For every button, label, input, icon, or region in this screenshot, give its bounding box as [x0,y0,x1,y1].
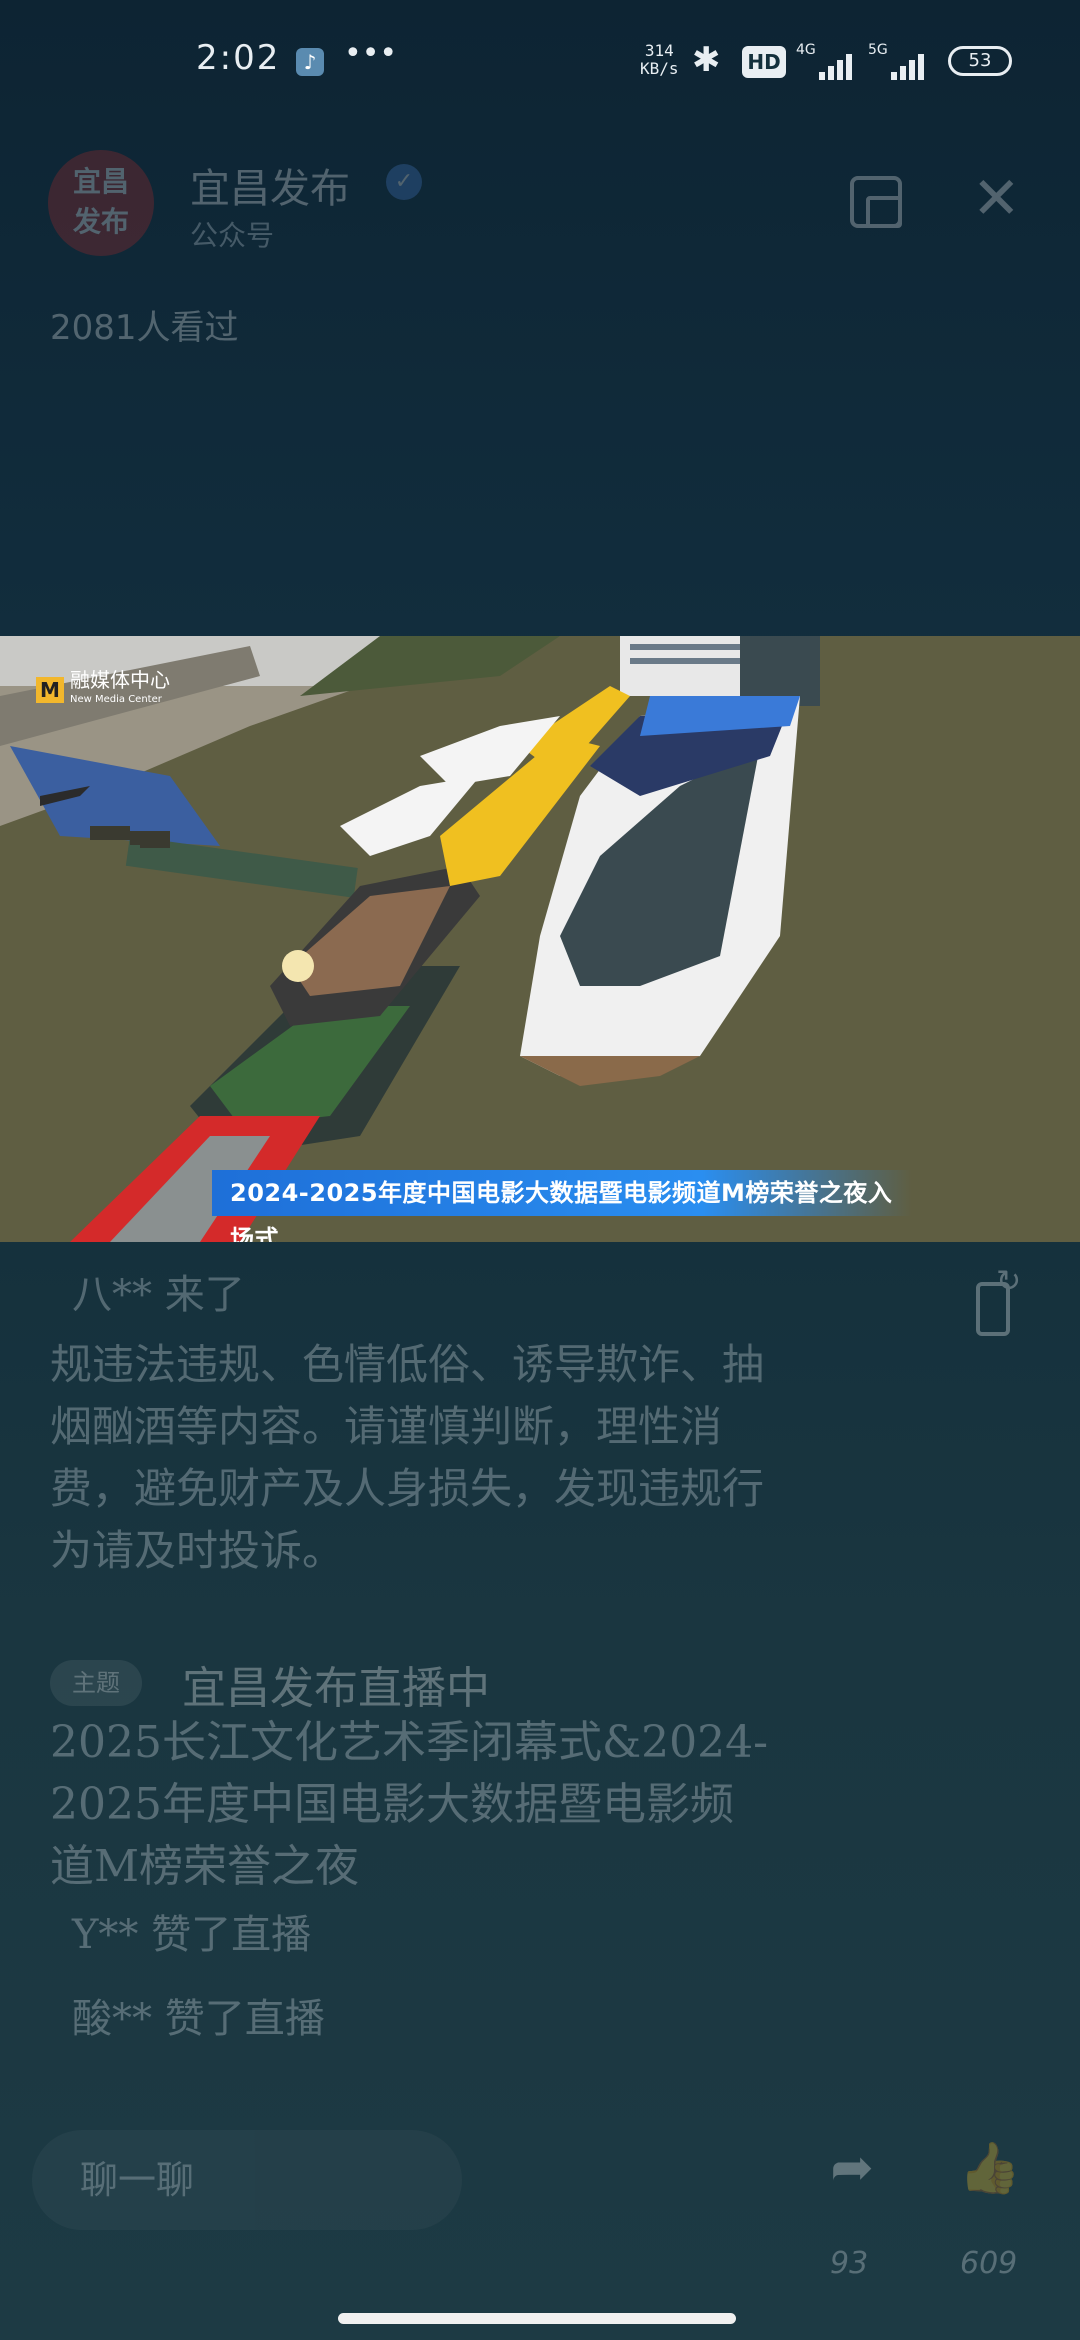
topic-tag: 主题 [50,1660,142,1706]
media-logo-subtext: New Media Center [70,694,162,705]
hd-voice-icon: HD [742,46,786,78]
rotate-screen-icon[interactable] [976,1264,1021,1336]
close-icon[interactable]: ✕ [972,168,1021,228]
chat-like-message: Y** 赞了直播 [72,1912,312,1958]
status-bar: 2:02 ♪ ••• 314 KB/s ✱ HD 4G 5G 53 [0,0,1080,120]
signal-5g-icon: 5G [868,42,924,80]
media-center-logo: M 融媒体中心 New Media Center [36,670,170,710]
like-icon[interactable]: 👍 [958,2136,1022,2200]
video-caption: 2024-2025年度中国电影大数据暨电影频道M榜荣誉之夜入场式 [212,1170,912,1242]
avatar-text-2: 发布 [72,205,129,238]
account-header: 宜昌 发布 宜昌发布 ✓ 公众号 ✕ [48,150,1048,270]
verified-badge-icon: ✓ [386,164,422,200]
chat-like-message: 酸** 赞了直播 [72,1996,325,2042]
topic-title: 宜昌发布直播中 [182,1663,490,1714]
account-avatar[interactable]: 宜昌 发布 [48,150,154,256]
account-name[interactable]: 宜昌发布 [190,156,350,214]
tiktok-icon: ♪ [296,48,324,76]
viewer-count: 2081人看过 [50,308,239,348]
share-count: 93 [830,2246,869,2281]
live-video-player[interactable]: M 融媒体中心 New Media Center 2024-2025年度中国电影… [0,636,1080,1242]
account-type: 公众号 [190,219,275,252]
status-time: 2:02 [196,38,281,78]
signal-4g-label: 4G [796,42,816,58]
media-logo-text: 融媒体中心 [70,668,170,692]
live-chat: 八** 来了 规违法违规、色情低俗、诱导欺诈、抽烟酗酒等内容。请谨慎判断，理性消… [0,1242,1080,2142]
avatar-text-1: 宜昌 [72,165,129,198]
platform-notice: 规违法违规、色情低俗、诱导欺诈、抽烟酗酒等内容。请谨慎判断，理性消费，避免财产及… [50,1340,765,1575]
bottom-bar: 聊一聊 ➦ 👍 93 609 [0,2110,1080,2310]
picture-in-picture-icon[interactable] [850,176,902,228]
home-indicator[interactable] [338,2313,736,2324]
video-frame [0,636,1080,1242]
network-speed-unit: KB/s [640,59,679,78]
like-count: 609 [960,2246,1018,2281]
share-icon[interactable]: ➦ [820,2136,884,2200]
battery-indicator: 53 [948,46,1012,76]
chat-input[interactable]: 聊一聊 [32,2130,462,2230]
network-speed-value: 314 [644,41,674,60]
more-notifications-icon: ••• [344,36,398,71]
bluetooth-icon: ✱ [692,40,721,80]
signal-4g-icon: 4G [796,42,852,80]
media-logo-mark: M [36,677,64,703]
signal-5g-label: 5G [868,42,888,58]
topic-description: 2025长江文化艺术季闭幕式&2024-2025年度中国电影大数据暨电影频道M榜… [50,1717,768,1892]
chat-join-message: 八** 来了 [72,1272,245,1318]
network-speed: 314 KB/s [640,42,679,78]
